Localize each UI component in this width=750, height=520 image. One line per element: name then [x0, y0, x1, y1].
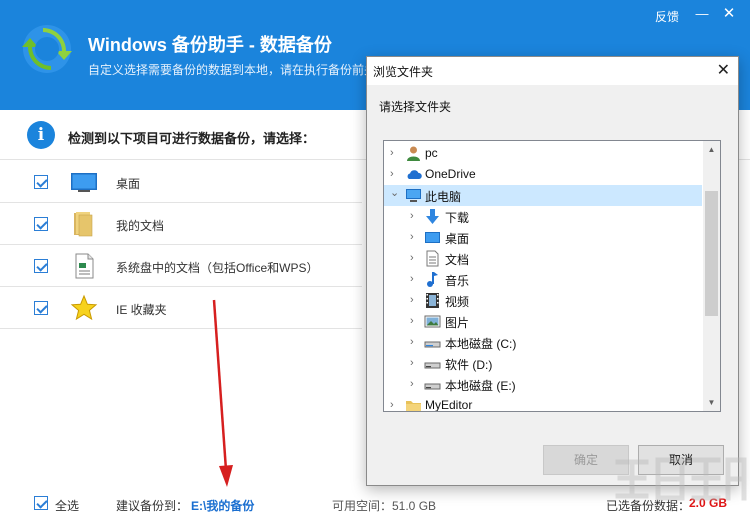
tree-item-label: 音乐 [445, 274, 470, 288]
desktop-icon [71, 173, 97, 192]
cloud-icon [407, 170, 422, 179]
sync-logo-icon [22, 25, 72, 73]
video-icon [426, 293, 439, 308]
document-icon [426, 250, 439, 267]
tree-item-label: 桌面 [445, 232, 470, 246]
user-icon [407, 146, 420, 161]
expand-icon[interactable]: › [410, 336, 420, 348]
dialog-title: 浏览文件夹 [373, 65, 434, 79]
item-checkbox[interactable] [34, 259, 48, 273]
watermark-logo [615, 457, 747, 501]
tree-item-label: 本地磁盘 (E:) [445, 379, 516, 393]
list-item-ie-favorites[interactable]: IE 收藏夹 [0, 287, 362, 329]
picture-icon [424, 315, 441, 328]
expand-icon[interactable]: › [410, 378, 420, 390]
tree-item-music[interactable]: › 音乐 [384, 269, 702, 290]
tree-item-label: MyEditor [425, 398, 473, 412]
list-item-my-documents[interactable]: 我的文档 [0, 203, 362, 245]
prompt-text: 检测到以下项目可进行数据备份，请选择： [68, 131, 316, 146]
item-label: 我的文档 [116, 219, 165, 233]
expand-icon[interactable]: › [410, 273, 420, 285]
item-label: 系统盘中的文档（包括Office和WPS） [116, 261, 319, 275]
expand-icon[interactable]: › [410, 315, 420, 327]
info-icon: i [27, 121, 55, 149]
tree-item-label: pc [425, 146, 438, 160]
list-item-desktop[interactable]: 桌面 [0, 161, 362, 203]
tree-item-desktop[interactable]: › 桌面 [384, 227, 702, 248]
app-title: Windows 备份助手 - 数据备份 [88, 35, 332, 55]
tree-item-this-pc[interactable]: ⌄ 此电脑 [384, 185, 702, 206]
item-checkbox[interactable] [34, 301, 48, 315]
expand-icon[interactable]: › [410, 357, 420, 369]
expand-icon[interactable]: › [390, 399, 400, 411]
folder-tree[interactable]: › pc › OneDrive ⌄ 此电脑 › 下载 › 桌面 › 文档 › 音… [383, 140, 721, 412]
drive-icon [424, 341, 441, 348]
tree-item-videos[interactable]: › 视频 [384, 290, 702, 311]
close-button[interactable]: ✕ [721, 6, 737, 22]
dialog-prompt: 请选择文件夹 [379, 100, 452, 114]
desktop-icon [425, 232, 440, 243]
suggest-label: 建议备份到： [116, 499, 189, 513]
backup-path-link[interactable]: E:\我的备份 [191, 497, 254, 514]
dialog-close-button[interactable]: ✕ [717, 60, 730, 80]
scroll-up-icon[interactable]: ▲ [703, 141, 720, 158]
tree-item-onedrive[interactable]: › OneDrive [384, 164, 702, 185]
folder-icon [406, 401, 421, 411]
item-label: 桌面 [116, 177, 141, 191]
tree-item-documents[interactable]: › 文档 [384, 248, 702, 269]
item-checkbox[interactable] [34, 217, 48, 231]
scroll-down-icon[interactable]: ▼ [703, 394, 720, 411]
expand-icon[interactable]: › [410, 294, 420, 306]
item-checkbox[interactable] [34, 175, 48, 189]
folder-icon [74, 212, 93, 237]
expand-icon[interactable]: › [390, 168, 400, 180]
music-icon [427, 272, 438, 287]
drive-icon [424, 383, 441, 390]
document-icon [75, 253, 94, 279]
app-subtitle: 自定义选择需要备份的数据到本地，请在执行备份前关 [88, 63, 368, 77]
computer-icon [406, 189, 421, 202]
tree-item-label: 图片 [445, 316, 470, 330]
download-icon [426, 209, 439, 224]
free-space-text: 可用空间：51.0 GB [332, 499, 437, 513]
tree-item-pictures[interactable]: › 图片 [384, 311, 702, 332]
tree-item-label: OneDrive [425, 167, 476, 181]
tree-scrollbar[interactable]: ▲ ▼ [703, 141, 720, 411]
expand-icon[interactable]: › [410, 231, 420, 243]
tree-item-label: 软件 (D:) [445, 358, 493, 372]
select-all-label[interactable]: 全选 [55, 497, 79, 514]
tree-item-label: 视频 [445, 295, 470, 309]
drive-icon [424, 362, 441, 369]
tree-item-label: 此电脑 [425, 190, 462, 204]
star-icon [70, 294, 98, 321]
expand-icon[interactable]: › [390, 147, 400, 159]
tree-item-drive-e[interactable]: › 本地磁盘 (E:) [384, 374, 702, 395]
tree-item-downloads[interactable]: › 下载 [384, 206, 702, 227]
tree-item-pc[interactable]: › pc [384, 143, 702, 164]
tree-item-myeditor[interactable]: › MyEditor [384, 395, 702, 412]
expand-icon[interactable]: › [410, 210, 420, 222]
tree-item-drive-c[interactable]: › 本地磁盘 (C:) [384, 332, 702, 353]
tree-item-label: 本地磁盘 (C:) [445, 337, 517, 351]
item-label: IE 收藏夹 [116, 303, 167, 317]
expand-icon[interactable]: › [410, 252, 420, 264]
dialog-titlebar: 浏览文件夹 ✕ [367, 57, 738, 85]
scrollbar-thumb[interactable] [705, 191, 718, 316]
collapse-icon[interactable]: ⌄ [390, 187, 400, 199]
feedback-link[interactable]: 反馈 [655, 8, 679, 25]
minimize-button[interactable]: — [694, 6, 710, 22]
select-all-checkbox[interactable] [34, 496, 48, 510]
tree-item-label: 文档 [445, 253, 470, 267]
tree-item-drive-d[interactable]: › 软件 (D:) [384, 353, 702, 374]
tree-item-label: 下载 [445, 211, 470, 225]
list-item-system-documents[interactable]: 系统盘中的文档（包括Office和WPS） [0, 245, 362, 287]
browse-folder-dialog: 浏览文件夹 ✕ 请选择文件夹 › pc › OneDrive ⌄ 此电脑 › 下… [366, 56, 739, 486]
